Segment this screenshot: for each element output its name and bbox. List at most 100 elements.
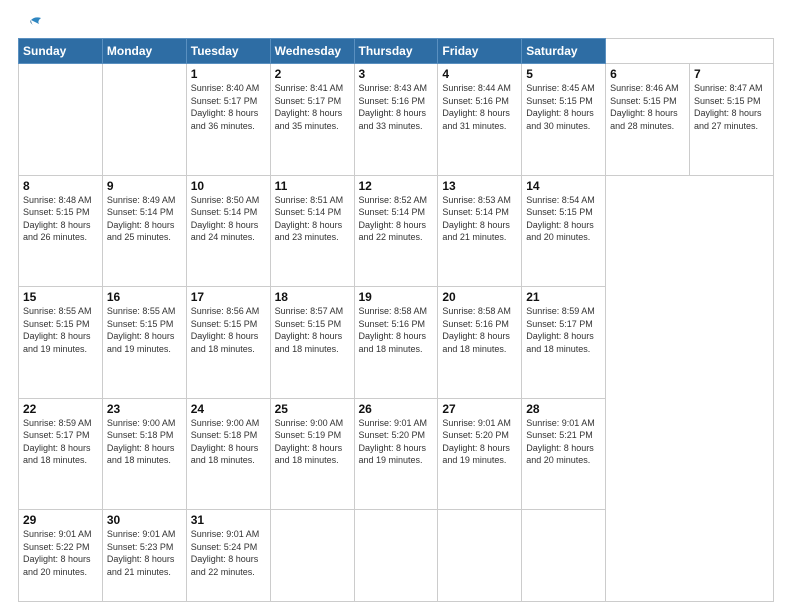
day-header-saturday: Saturday <box>522 39 606 64</box>
day-number: 16 <box>107 290 182 304</box>
day-info: Sunrise: 8:59 AMSunset: 5:17 PMDaylight:… <box>23 417 98 467</box>
day-info: Sunrise: 8:45 AMSunset: 5:15 PMDaylight:… <box>526 82 601 132</box>
day-info: Sunrise: 8:53 AMSunset: 5:14 PMDaylight:… <box>442 194 517 244</box>
day-info: Sunrise: 8:56 AMSunset: 5:15 PMDaylight:… <box>191 305 266 355</box>
day-number: 19 <box>359 290 434 304</box>
day-number: 30 <box>107 513 182 527</box>
day-info: Sunrise: 8:43 AMSunset: 5:16 PMDaylight:… <box>359 82 434 132</box>
day-info: Sunrise: 9:01 AMSunset: 5:21 PMDaylight:… <box>526 417 601 467</box>
day-number: 12 <box>359 179 434 193</box>
calendar-table: SundayMondayTuesdayWednesdayThursdayFrid… <box>18 38 774 602</box>
table-row: 19Sunrise: 8:58 AMSunset: 5:16 PMDayligh… <box>354 287 438 399</box>
day-number: 13 <box>442 179 517 193</box>
day-info: Sunrise: 8:50 AMSunset: 5:14 PMDaylight:… <box>191 194 266 244</box>
table-row: 16Sunrise: 8:55 AMSunset: 5:15 PMDayligh… <box>102 287 186 399</box>
day-info: Sunrise: 9:00 AMSunset: 5:18 PMDaylight:… <box>107 417 182 467</box>
table-row: 21Sunrise: 8:59 AMSunset: 5:17 PMDayligh… <box>522 287 606 399</box>
table-row: 7Sunrise: 8:47 AMSunset: 5:15 PMDaylight… <box>690 64 774 176</box>
day-info: Sunrise: 8:59 AMSunset: 5:17 PMDaylight:… <box>526 305 601 355</box>
header <box>18 16 774 30</box>
day-header-friday: Friday <box>438 39 522 64</box>
day-number: 8 <box>23 179 98 193</box>
day-number: 15 <box>23 290 98 304</box>
day-number: 14 <box>526 179 601 193</box>
day-number: 20 <box>442 290 517 304</box>
day-info: Sunrise: 9:01 AMSunset: 5:20 PMDaylight:… <box>442 417 517 467</box>
day-info: Sunrise: 8:44 AMSunset: 5:16 PMDaylight:… <box>442 82 517 132</box>
table-row: 31Sunrise: 9:01 AMSunset: 5:24 PMDayligh… <box>186 510 270 602</box>
day-number: 27 <box>442 402 517 416</box>
day-info: Sunrise: 8:55 AMSunset: 5:15 PMDaylight:… <box>23 305 98 355</box>
day-number: 18 <box>275 290 350 304</box>
day-info: Sunrise: 8:54 AMSunset: 5:15 PMDaylight:… <box>526 194 601 244</box>
table-row: 15Sunrise: 8:55 AMSunset: 5:15 PMDayligh… <box>19 287 103 399</box>
day-info: Sunrise: 9:01 AMSunset: 5:22 PMDaylight:… <box>23 528 98 578</box>
table-row: 4Sunrise: 8:44 AMSunset: 5:16 PMDaylight… <box>438 64 522 176</box>
table-row: 1Sunrise: 8:40 AMSunset: 5:17 PMDaylight… <box>186 64 270 176</box>
empty-cell <box>102 64 186 176</box>
table-row: 28Sunrise: 9:01 AMSunset: 5:21 PMDayligh… <box>522 398 606 510</box>
page: SundayMondayTuesdayWednesdayThursdayFrid… <box>0 0 792 612</box>
table-row: 9Sunrise: 8:49 AMSunset: 5:14 PMDaylight… <box>102 175 186 287</box>
day-number: 5 <box>526 67 601 81</box>
day-number: 28 <box>526 402 601 416</box>
day-info: Sunrise: 8:55 AMSunset: 5:15 PMDaylight:… <box>107 305 182 355</box>
day-number: 23 <box>107 402 182 416</box>
day-info: Sunrise: 9:01 AMSunset: 5:20 PMDaylight:… <box>359 417 434 467</box>
table-row: 5Sunrise: 8:45 AMSunset: 5:15 PMDaylight… <box>522 64 606 176</box>
day-number: 3 <box>359 67 434 81</box>
day-number: 2 <box>275 67 350 81</box>
day-number: 17 <box>191 290 266 304</box>
table-row: 29Sunrise: 9:01 AMSunset: 5:22 PMDayligh… <box>19 510 103 602</box>
day-header-monday: Monday <box>102 39 186 64</box>
day-info: Sunrise: 8:41 AMSunset: 5:17 PMDaylight:… <box>275 82 350 132</box>
table-row <box>354 510 438 602</box>
table-row <box>522 510 606 602</box>
table-row <box>270 510 354 602</box>
day-header-tuesday: Tuesday <box>186 39 270 64</box>
day-info: Sunrise: 8:58 AMSunset: 5:16 PMDaylight:… <box>442 305 517 355</box>
table-row: 25Sunrise: 9:00 AMSunset: 5:19 PMDayligh… <box>270 398 354 510</box>
day-info: Sunrise: 8:40 AMSunset: 5:17 PMDaylight:… <box>191 82 266 132</box>
day-header-wednesday: Wednesday <box>270 39 354 64</box>
table-row: 27Sunrise: 9:01 AMSunset: 5:20 PMDayligh… <box>438 398 522 510</box>
day-number: 29 <box>23 513 98 527</box>
day-info: Sunrise: 9:00 AMSunset: 5:18 PMDaylight:… <box>191 417 266 467</box>
table-row: 14Sunrise: 8:54 AMSunset: 5:15 PMDayligh… <box>522 175 606 287</box>
day-info: Sunrise: 8:49 AMSunset: 5:14 PMDaylight:… <box>107 194 182 244</box>
logo <box>18 16 43 30</box>
table-row <box>438 510 522 602</box>
table-row: 2Sunrise: 8:41 AMSunset: 5:17 PMDaylight… <box>270 64 354 176</box>
day-info: Sunrise: 8:48 AMSunset: 5:15 PMDaylight:… <box>23 194 98 244</box>
day-number: 31 <box>191 513 266 527</box>
day-number: 1 <box>191 67 266 81</box>
table-row: 3Sunrise: 8:43 AMSunset: 5:16 PMDaylight… <box>354 64 438 176</box>
day-number: 24 <box>191 402 266 416</box>
day-number: 22 <box>23 402 98 416</box>
day-info: Sunrise: 8:52 AMSunset: 5:14 PMDaylight:… <box>359 194 434 244</box>
day-info: Sunrise: 9:00 AMSunset: 5:19 PMDaylight:… <box>275 417 350 467</box>
table-row: 30Sunrise: 9:01 AMSunset: 5:23 PMDayligh… <box>102 510 186 602</box>
day-info: Sunrise: 8:47 AMSunset: 5:15 PMDaylight:… <box>694 82 769 132</box>
day-info: Sunrise: 8:51 AMSunset: 5:14 PMDaylight:… <box>275 194 350 244</box>
table-row: 23Sunrise: 9:00 AMSunset: 5:18 PMDayligh… <box>102 398 186 510</box>
day-number: 21 <box>526 290 601 304</box>
table-row: 10Sunrise: 8:50 AMSunset: 5:14 PMDayligh… <box>186 175 270 287</box>
day-info: Sunrise: 9:01 AMSunset: 5:24 PMDaylight:… <box>191 528 266 578</box>
logo-bird-icon <box>21 16 43 34</box>
day-number: 9 <box>107 179 182 193</box>
day-number: 25 <box>275 402 350 416</box>
table-row: 17Sunrise: 8:56 AMSunset: 5:15 PMDayligh… <box>186 287 270 399</box>
table-row: 13Sunrise: 8:53 AMSunset: 5:14 PMDayligh… <box>438 175 522 287</box>
table-row: 24Sunrise: 9:00 AMSunset: 5:18 PMDayligh… <box>186 398 270 510</box>
day-number: 10 <box>191 179 266 193</box>
day-number: 4 <box>442 67 517 81</box>
table-row: 8Sunrise: 8:48 AMSunset: 5:15 PMDaylight… <box>19 175 103 287</box>
day-number: 11 <box>275 179 350 193</box>
day-header-sunday: Sunday <box>19 39 103 64</box>
table-row: 26Sunrise: 9:01 AMSunset: 5:20 PMDayligh… <box>354 398 438 510</box>
day-info: Sunrise: 9:01 AMSunset: 5:23 PMDaylight:… <box>107 528 182 578</box>
day-number: 26 <box>359 402 434 416</box>
day-number: 6 <box>610 67 685 81</box>
table-row: 12Sunrise: 8:52 AMSunset: 5:14 PMDayligh… <box>354 175 438 287</box>
